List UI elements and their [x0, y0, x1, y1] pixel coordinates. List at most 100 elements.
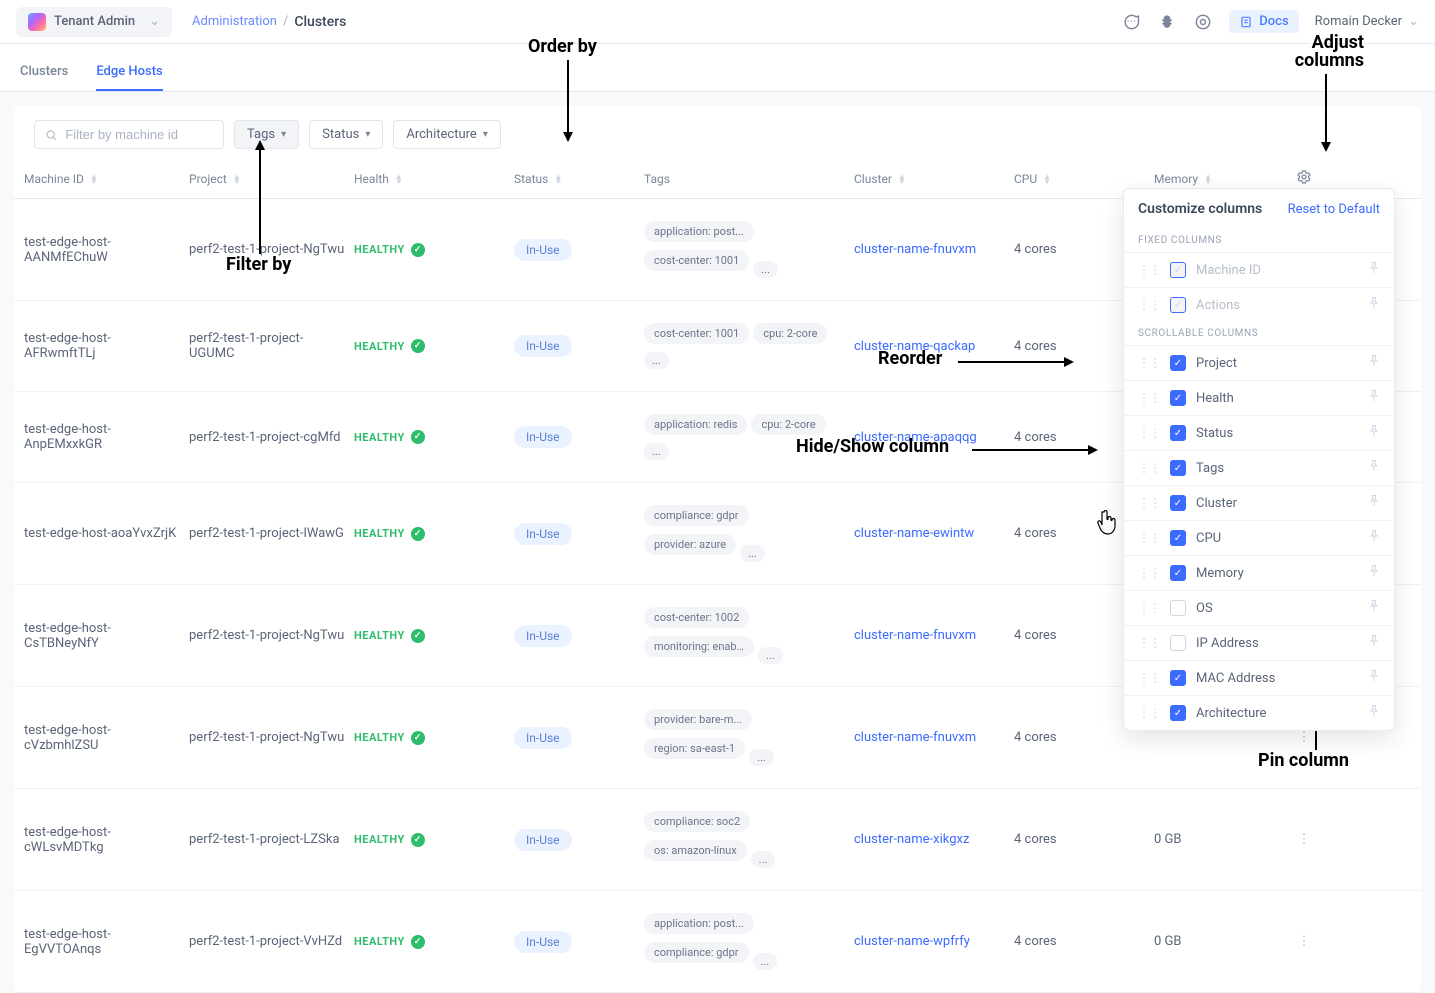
- cell-cluster: cluster-name-fnuvxm: [854, 730, 1014, 745]
- column-checkbox[interactable]: [1170, 705, 1186, 721]
- tags-more[interactable]: ...: [644, 352, 669, 369]
- tags-more[interactable]: ...: [753, 953, 778, 970]
- column-checkbox[interactable]: [1170, 460, 1186, 476]
- tab-clusters[interactable]: Clusters: [20, 54, 68, 91]
- tag-pill: cpu: 2-core: [751, 414, 825, 435]
- reset-to-default[interactable]: Reset to Default: [1288, 202, 1380, 217]
- column-item: ⋮⋮Architecture: [1124, 695, 1394, 730]
- th-status[interactable]: Status▲▼: [514, 172, 644, 186]
- tags-more[interactable]: ...: [751, 851, 776, 868]
- row-actions[interactable]: ⋮: [1284, 730, 1324, 745]
- cluster-link[interactable]: cluster-name-apaqqg: [854, 430, 977, 445]
- check-circle-icon: ✓: [411, 935, 425, 949]
- th-machine-id[interactable]: Machine ID▲▼: [24, 172, 189, 186]
- pin-icon[interactable]: [1368, 354, 1380, 372]
- drag-handle-icon[interactable]: ⋮⋮: [1138, 461, 1160, 475]
- drag-handle-icon[interactable]: ⋮⋮: [1138, 426, 1160, 440]
- cluster-link[interactable]: cluster-name-fnuvxm: [854, 628, 976, 643]
- drag-handle-icon[interactable]: ⋮⋮: [1138, 671, 1160, 685]
- cell-cluster: cluster-name-fnuvxm: [854, 242, 1014, 257]
- tags-more[interactable]: ...: [758, 647, 783, 664]
- tags-more[interactable]: ...: [749, 749, 774, 766]
- tag-pill: region: sa-east-1: [644, 738, 745, 759]
- filter-architecture[interactable]: Architecture ▾: [393, 120, 500, 149]
- th-project[interactable]: Project▲▼: [189, 172, 354, 186]
- th-settings[interactable]: [1284, 169, 1324, 188]
- drag-handle-icon[interactable]: ⋮⋮: [1138, 566, 1160, 580]
- docs-button[interactable]: Docs: [1229, 10, 1298, 33]
- cell-project: perf2-test-1-project-LZSka: [189, 832, 354, 847]
- cluster-link[interactable]: cluster-name-qackap: [854, 339, 975, 354]
- drag-handle-icon[interactable]: ⋮⋮: [1138, 391, 1160, 405]
- tags-more[interactable]: ...: [753, 261, 778, 278]
- health-badge: HEALTHY✓: [354, 339, 425, 353]
- cell-health: HEALTHY✓: [354, 430, 514, 445]
- filter-status[interactable]: Status ▾: [309, 120, 383, 149]
- drag-handle-icon[interactable]: ⋮⋮: [1138, 636, 1160, 650]
- tab-edge-hosts[interactable]: Edge Hosts: [96, 54, 162, 91]
- pin-icon[interactable]: [1368, 599, 1380, 617]
- row-actions[interactable]: ⋮: [1284, 832, 1324, 847]
- drag-handle-icon[interactable]: ⋮⋮: [1138, 496, 1160, 510]
- pin-icon[interactable]: [1368, 669, 1380, 687]
- pin-icon[interactable]: [1368, 424, 1380, 442]
- tags-more[interactable]: ...: [644, 443, 669, 460]
- search-box[interactable]: [34, 120, 224, 149]
- tag-pill: provider: bare-m...: [644, 709, 752, 730]
- gear-icon[interactable]: [1296, 169, 1312, 188]
- target-icon[interactable]: [1193, 12, 1213, 32]
- user-menu[interactable]: Romain Decker ⌄: [1315, 14, 1419, 29]
- pin-icon[interactable]: [1368, 261, 1380, 279]
- column-checkbox[interactable]: [1170, 355, 1186, 371]
- pin-icon[interactable]: [1368, 389, 1380, 407]
- cluster-link[interactable]: cluster-name-ewintw: [854, 526, 974, 541]
- pin-icon[interactable]: [1368, 459, 1380, 477]
- pin-icon[interactable]: [1368, 494, 1380, 512]
- pin-icon[interactable]: [1368, 529, 1380, 547]
- column-checkbox[interactable]: [1170, 495, 1186, 511]
- drag-handle-icon[interactable]: ⋮⋮: [1138, 706, 1160, 720]
- tag-pill: application: redis: [644, 414, 747, 435]
- cell-tags: cost-center: 1001cpu: 2-core...: [644, 321, 854, 371]
- drag-handle-icon[interactable]: ⋮⋮: [1138, 356, 1160, 370]
- cluster-link[interactable]: cluster-name-fnuvxm: [854, 730, 976, 745]
- pin-icon[interactable]: [1368, 296, 1380, 314]
- drag-handle-icon[interactable]: ⋮⋮: [1138, 263, 1160, 277]
- filter-tags[interactable]: Tags ▾: [234, 120, 299, 149]
- page-tabs: Clusters Edge Hosts: [0, 44, 1435, 92]
- column-checkbox[interactable]: [1170, 425, 1186, 441]
- column-checkbox[interactable]: [1170, 670, 1186, 686]
- column-checkbox[interactable]: [1170, 530, 1186, 546]
- tags-more[interactable]: ...: [740, 545, 765, 562]
- bug-icon[interactable]: [1157, 12, 1177, 32]
- tag-pill: cost-center: 1001: [644, 323, 749, 344]
- column-checkbox[interactable]: [1170, 565, 1186, 581]
- chat-icon[interactable]: [1121, 12, 1141, 32]
- th-cpu[interactable]: CPU▲▼: [1014, 172, 1154, 186]
- column-checkbox[interactable]: [1170, 635, 1186, 651]
- pin-icon[interactable]: [1368, 634, 1380, 652]
- breadcrumb-parent[interactable]: Administration: [192, 14, 277, 29]
- pin-icon[interactable]: [1368, 704, 1380, 722]
- cluster-link[interactable]: cluster-name-fnuvxm: [854, 242, 976, 257]
- drag-handle-icon[interactable]: ⋮⋮: [1138, 531, 1160, 545]
- th-cluster[interactable]: Cluster▲▼: [854, 172, 1014, 186]
- th-memory[interactable]: Memory▲▼: [1154, 172, 1284, 186]
- table-row[interactable]: test-edge-host-cWLsvMDTkgperf2-test-1-pr…: [14, 789, 1421, 891]
- search-input[interactable]: [65, 127, 213, 142]
- sort-icon: ▲▼: [233, 174, 241, 184]
- cell-status: In-Use: [514, 239, 644, 261]
- sort-icon: ▲▼: [1204, 174, 1212, 184]
- tenant-switcher[interactable]: Tenant Admin ⌄: [16, 7, 172, 37]
- row-actions[interactable]: ⋮: [1284, 934, 1324, 949]
- column-checkbox[interactable]: [1170, 390, 1186, 406]
- table-row[interactable]: test-edge-host-EgVVTOAnqsperf2-test-1-pr…: [14, 891, 1421, 993]
- tenant-name: Tenant Admin: [54, 14, 135, 29]
- column-checkbox[interactable]: [1170, 600, 1186, 616]
- drag-handle-icon[interactable]: ⋮⋮: [1138, 298, 1160, 312]
- drag-handle-icon[interactable]: ⋮⋮: [1138, 601, 1160, 615]
- th-health[interactable]: Health▲▼: [354, 172, 514, 186]
- cluster-link[interactable]: cluster-name-wpfrfy: [854, 934, 970, 949]
- pin-icon[interactable]: [1368, 564, 1380, 582]
- cluster-link[interactable]: cluster-name-xikgxz: [854, 832, 969, 847]
